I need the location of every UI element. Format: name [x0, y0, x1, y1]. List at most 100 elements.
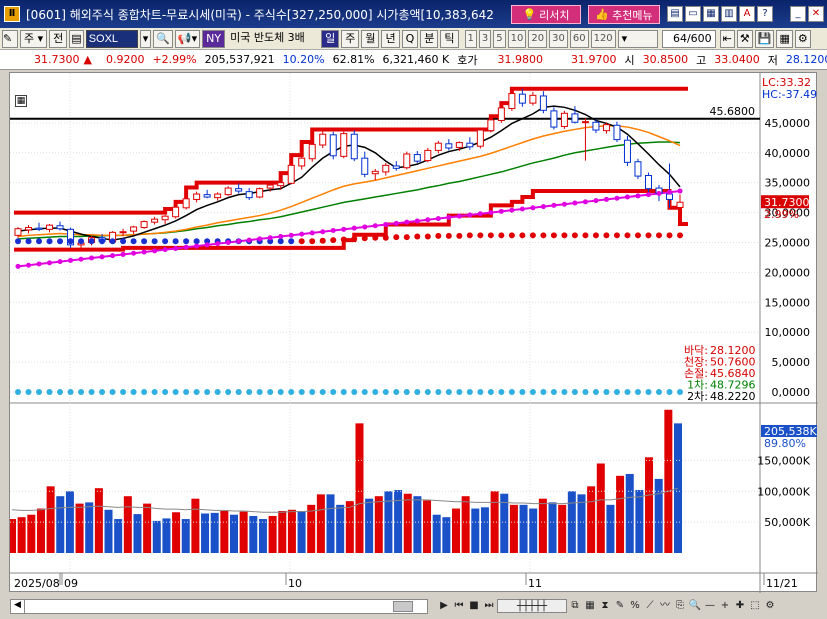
list-icon[interactable]: ▤: [69, 29, 84, 48]
zero-dot: [361, 389, 368, 396]
support-dot-red: [624, 232, 631, 239]
magenta-dot: [341, 226, 347, 232]
interval-3[interactable]: 3: [478, 29, 492, 48]
volume-bar: [220, 511, 229, 553]
interval-20[interactable]: 20: [528, 29, 548, 48]
save-icon[interactable]: 💾: [754, 29, 775, 48]
rewind-icon[interactable]: ⏮: [452, 599, 466, 613]
line-icon[interactable]: ⟋: [643, 599, 657, 613]
window-icon[interactable]: ▭: [685, 6, 701, 22]
research-button[interactable]: 💡 리서치: [511, 5, 581, 24]
compare-icon[interactable]: ⧉: [568, 599, 582, 613]
layout-icon[interactable]: ▤: [667, 6, 683, 22]
tab-2[interactable]: 월: [361, 29, 380, 48]
crosshair-icon[interactable]: ✚: [733, 599, 747, 613]
magenta-dot: [194, 243, 200, 249]
volume-bar: [529, 508, 538, 553]
wave-icon[interactable]: 〰: [658, 599, 672, 613]
magnifier-icon[interactable]: 🔍: [688, 599, 702, 613]
support-dot-red: [414, 233, 421, 240]
zero-dot: [477, 389, 484, 396]
close-icon[interactable]: ✕: [808, 6, 824, 22]
tab-3[interactable]: 년: [381, 29, 400, 48]
interval-5[interactable]: 5: [493, 29, 506, 48]
interval-120[interactable]: 120: [590, 29, 616, 48]
settings-icon[interactable]: ⚙: [794, 29, 811, 48]
copy-icon[interactable]: ⎘: [673, 599, 687, 613]
prev-button[interactable]: 전: [49, 29, 68, 48]
draw-icon[interactable]: ✎: [613, 599, 627, 613]
period-select[interactable]: 주 ▾: [20, 29, 48, 48]
bar-count[interactable]: 64/600: [661, 29, 716, 48]
play-icon[interactable]: ▶: [437, 599, 451, 613]
zero-dot: [120, 389, 127, 396]
tab-1[interactable]: 주: [341, 29, 360, 48]
pct-icon[interactable]: %: [628, 599, 642, 613]
candle-body: [539, 95, 547, 111]
candle-body: [665, 193, 673, 200]
tab-4[interactable]: Q: [401, 29, 419, 48]
volume-bar: [548, 502, 557, 553]
magenta-dot: [372, 223, 378, 229]
interval-1[interactable]: 1: [464, 29, 477, 48]
zero-dot: [57, 389, 64, 396]
hoga-label: 호가: [457, 53, 478, 67]
zero-dot: [340, 389, 347, 396]
zero-dot: [256, 389, 263, 396]
candle-body: [529, 94, 537, 104]
interval-30[interactable]: 30: [549, 29, 568, 48]
tab-0[interactable]: 일: [321, 29, 340, 48]
interval-60[interactable]: 60: [569, 29, 589, 48]
symbol-input[interactable]: [85, 29, 138, 48]
magenta-dot: [498, 208, 504, 214]
tools-icon[interactable]: ⚒: [736, 29, 753, 48]
candle-icon[interactable]: ⧗: [598, 599, 612, 613]
support-dot-blue: [46, 238, 53, 245]
table-icon[interactable]: ▦: [583, 599, 597, 613]
candle-body: [298, 157, 306, 167]
magenta-dot: [645, 192, 651, 198]
volume-bar: [394, 490, 403, 553]
volume-bar: [316, 494, 325, 553]
support-dot-blue: [162, 238, 169, 245]
volume-bar: [538, 498, 547, 553]
scroll-left-icon[interactable]: ◀: [11, 600, 25, 613]
chart-area[interactable]: 45,0000 40,0000 35,0000 30,0000 25,0000 20,00…: [8, 72, 818, 593]
tab-6[interactable]: 틱: [440, 29, 459, 48]
config-icon[interactable]: ⚙: [763, 599, 777, 613]
pencil-icon[interactable]: ✎: [2, 29, 18, 48]
scroll-thumb[interactable]: [393, 601, 413, 612]
scroll-icon[interactable]: ⇤: [719, 29, 735, 48]
zoom-in-icon[interactable]: +: [718, 599, 732, 613]
indicator-icon[interactable]: ▦: [776, 29, 793, 48]
candle-body: [172, 206, 180, 218]
zoom-slider[interactable]: ┼┼┼┼┼: [497, 599, 567, 613]
stop-icon[interactable]: ■: [467, 599, 481, 613]
export-icon[interactable]: ⬚: [748, 599, 762, 613]
interval-10[interactable]: 10: [507, 29, 527, 48]
zero-dot: [277, 389, 284, 396]
candle-body: [235, 188, 243, 192]
support-dot-blue: [193, 238, 200, 245]
magenta-dot: [383, 222, 389, 228]
alert-icon[interactable]: A: [739, 6, 755, 22]
symbol-dropdown[interactable]: ▾: [139, 29, 152, 48]
fast-forward-icon[interactable]: ⏭: [482, 599, 496, 613]
zoom-out-icon[interactable]: —: [703, 599, 717, 613]
magenta-dot: [47, 260, 53, 266]
tab-5[interactable]: 분: [420, 29, 439, 48]
chart-scrollbar[interactable]: ◀: [10, 599, 428, 614]
print-icon[interactable]: ▥: [721, 6, 737, 22]
magenta-dot: [362, 224, 368, 230]
recommend-menu-button[interactable]: 👍 추천메뉴: [588, 5, 660, 24]
interval-dropdown[interactable]: ▾: [617, 29, 658, 48]
price-tick-label: 45,0000: [765, 117, 811, 130]
minimize-icon[interactable]: _: [790, 6, 806, 22]
help-icon[interactable]: ?: [757, 6, 773, 22]
grid-toggle-icon[interactable]: ▦: [15, 95, 27, 107]
speaker-icon[interactable]: 📢▾: [174, 29, 201, 48]
tile-icon[interactable]: ▦: [703, 6, 719, 22]
zero-dot: [235, 389, 242, 396]
price-chart-svg[interactable]: 45,000040,000035,000030,000025,000020,00…: [8, 73, 818, 593]
search-icon[interactable]: 🔍: [153, 29, 173, 48]
